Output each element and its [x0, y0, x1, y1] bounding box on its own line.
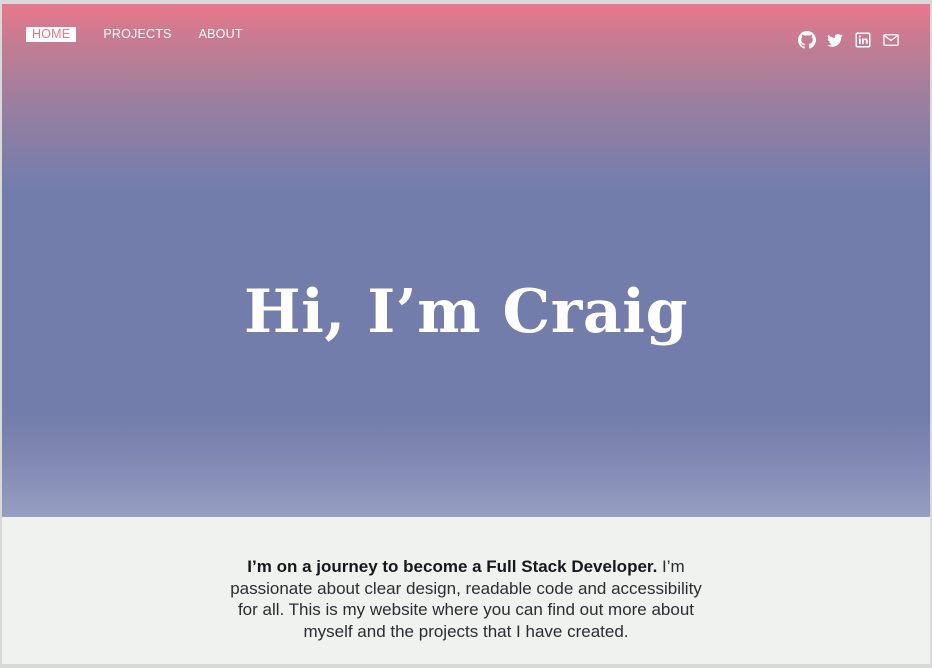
main-nav: HOME PROJECTS ABOUT: [26, 27, 270, 42]
page: HOME PROJECTS ABOUT Hi, I’m Craig I’m on…: [2, 4, 930, 664]
intro-text: I’m on a journey to become a Full Stack …: [228, 556, 704, 642]
nav-link-about[interactable]: ABOUT: [199, 27, 243, 42]
intro-lead: I’m on a journey to become a Full Stack …: [247, 557, 658, 576]
github-icon[interactable]: [798, 31, 816, 49]
nav-link-projects[interactable]: PROJECTS: [103, 27, 171, 42]
linkedin-icon[interactable]: [854, 31, 872, 49]
mail-icon[interactable]: [882, 31, 900, 49]
hero-section: HOME PROJECTS ABOUT Hi, I’m Craig: [2, 4, 930, 517]
social-links: [788, 31, 900, 49]
hero-title: Hi, I’m Craig: [243, 277, 689, 347]
twitter-icon[interactable]: [826, 31, 844, 49]
nav-link-home[interactable]: HOME: [26, 27, 77, 42]
